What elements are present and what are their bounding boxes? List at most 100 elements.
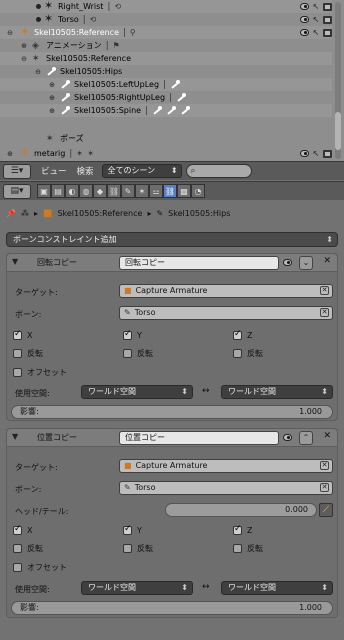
select-arrow-icon[interactable]: ↖ [312,15,320,24]
tab-bone-constraints[interactable]: ⛓ [163,184,177,198]
menu-search[interactable]: 検索 [77,165,94,177]
visibility-eye-icon[interactable] [300,29,309,36]
outliner-scrollbar[interactable] [335,2,341,159]
axis-y-checkbox[interactable]: Y [123,524,142,535]
outliner-row-hips[interactable]: ⊖ Skel10505:Hips [0,65,332,78]
tab-scene[interactable]: ◐ [65,184,79,198]
close-icon[interactable]: ✕ [323,256,331,266]
render-camera-icon[interactable] [323,149,332,158]
constraint-visibility-eye-icon[interactable] [283,259,292,266]
clear-x-icon[interactable]: ✕ [320,483,329,492]
bone-icon [166,105,177,116]
target-field[interactable]: ■ Capture Armature ✕ [119,284,333,298]
collapse-triangle-icon[interactable]: ▼ [12,432,18,441]
constraint-name-input[interactable]: 位置コピー [119,431,279,445]
move-up-button[interactable]: ⌃ [299,431,313,445]
tab-physics[interactable]: ◔ [191,184,205,198]
bone-field[interactable]: ✎ Torso ✕ [119,481,333,495]
influence-slider[interactable]: 影響: 1.000 [11,601,333,615]
collapse-toggle-icon[interactable]: ⊖ [20,55,28,63]
visibility-eye-icon[interactable] [300,16,309,23]
outliner-row-right-upleg[interactable]: ⊕ Skel10505:RightUpLeg | [0,91,332,104]
axis-y-checkbox[interactable]: Y [123,329,142,340]
expand-toggle-icon[interactable]: ⊕ [48,107,56,115]
display-mode-select[interactable]: 全てのシーン [101,164,182,178]
bone-field[interactable]: ✎ Torso ✕ [119,306,333,320]
offset-checkbox[interactable]: オフセット [13,562,67,573]
tab-texture[interactable]: ▩ [177,184,191,198]
outliner-row-spine[interactable]: ⊕ Skel10505:Spine | [0,104,332,117]
tab-object-constraints[interactable]: ⛓ [107,184,121,198]
visibility-eye-icon[interactable] [300,150,309,157]
outliner-row-animation[interactable]: ⊕ ◈ アニメーション | ⚑ [0,39,332,52]
invert-y-checkbox[interactable]: 反転 [123,348,153,359]
constraint-name-input[interactable]: 回転コピー [119,256,279,270]
constraint-visibility-eye-icon[interactable] [283,434,292,441]
bone-icon [176,92,187,103]
clear-x-icon[interactable]: ✕ [320,461,329,470]
axis-z-checkbox[interactable]: Z [233,329,252,340]
expand-toggle-icon[interactable]: ⊕ [6,150,14,158]
collapse-toggle-icon[interactable]: ⊖ [6,29,14,37]
axis-z-checkbox[interactable]: Z [233,524,252,535]
owner-space-dropdown[interactable]: ワールド空間 [81,581,193,595]
editor-type-button[interactable]: ☰▾ [3,163,31,179]
close-icon[interactable]: ✕ [323,431,331,441]
menu-view[interactable]: ビュー [41,165,67,177]
outliner-scrollbar-thumb[interactable] [335,112,341,150]
move-down-button[interactable]: ⌄ [299,256,313,270]
outliner-search-input[interactable]: ⌕ [185,164,252,178]
pin-icon[interactable]: 📌 [6,209,16,218]
tab-armature-data[interactable]: ✶ [135,184,149,198]
tab-bone[interactable]: ⚍ [149,184,163,198]
render-camera-icon[interactable] [323,28,332,37]
editor-type-button[interactable]: ▤▾ [3,183,31,199]
invert-x-checkbox[interactable]: 反転 [13,348,43,359]
target-space-dropdown[interactable]: ワールド空間 [221,581,333,595]
add-bone-constraint-dropdown[interactable]: ボーンコンストレイント追加 [6,232,338,247]
headtail-field[interactable]: 0.000 [165,503,317,517]
collapse-triangle-icon[interactable]: ▼ [12,257,18,266]
render-camera-icon[interactable] [323,15,332,24]
bone-pose-icon [44,0,55,12]
tab-object[interactable]: ◆ [93,184,107,198]
owner-space-dropdown[interactable]: ワールド空間 [81,385,193,399]
outliner-row-left-upleg[interactable]: ⊕ Skel10505:LeftUpLeg | [0,78,332,91]
render-camera-icon[interactable] [323,2,332,11]
target-field[interactable]: ■ Capture Armature ✕ [119,459,333,473]
invert-z-checkbox[interactable]: 反転 [233,543,263,554]
axis-x-checkbox[interactable]: X [13,329,32,340]
outliner-row-skel-reference-object[interactable]: ⊖ Skel10505:Reference | ⚲ ↖ [0,25,332,39]
target-space-dropdown[interactable]: ワールド空間 [221,385,333,399]
expand-toggle-icon[interactable]: ⊕ [48,81,56,89]
expand-toggle-icon[interactable]: ⊕ [20,42,28,50]
constraint-type-label: 回転コピー [37,258,77,267]
tab-render[interactable]: ▣ [37,184,51,198]
invert-x-checkbox[interactable]: 反転 [13,543,43,554]
influence-slider[interactable]: 影響: 1.000 [11,405,333,419]
offset-checkbox[interactable]: オフセット [13,367,67,378]
select-arrow-icon[interactable]: ↖ [312,2,320,11]
expand-toggle-icon[interactable]: ⊕ [48,94,56,102]
select-arrow-icon[interactable]: ↖ [312,28,320,37]
clear-x-icon[interactable]: ✕ [320,308,329,317]
tab-world[interactable]: ◍ [79,184,93,198]
bone-icon [152,105,163,116]
armature-object-icon: ■ [124,461,132,470]
clear-x-icon[interactable]: ✕ [320,286,329,295]
outliner-row-pose[interactable]: ✶ ポーズ [0,132,332,145]
invert-z-checkbox[interactable]: 反転 [233,348,263,359]
bone-label: ボーン: [15,485,42,494]
tab-render-layers[interactable]: ▤ [51,184,65,198]
outliner-row-armature-data[interactable]: ⊖ ✶ Skel10505:Reference [0,52,332,65]
visibility-eye-icon[interactable] [300,3,309,10]
select-arrow-icon[interactable]: ↖ [312,149,320,158]
use-bbone-shape-icon[interactable]: ⟋ [319,503,333,517]
outliner-row-metarig[interactable]: ⊕ metarig | ✶ ✶ ↖ [0,146,332,160]
collapse-toggle-icon[interactable]: ⊖ [34,68,42,76]
axis-x-checkbox[interactable]: X [13,524,32,535]
outliner-row-torso[interactable]: Torso | ⟲ ↖ [0,12,332,26]
tab-modifiers[interactable]: ✎ [121,184,135,198]
bone-value: Torso [134,483,156,492]
invert-y-checkbox[interactable]: 反転 [123,543,153,554]
